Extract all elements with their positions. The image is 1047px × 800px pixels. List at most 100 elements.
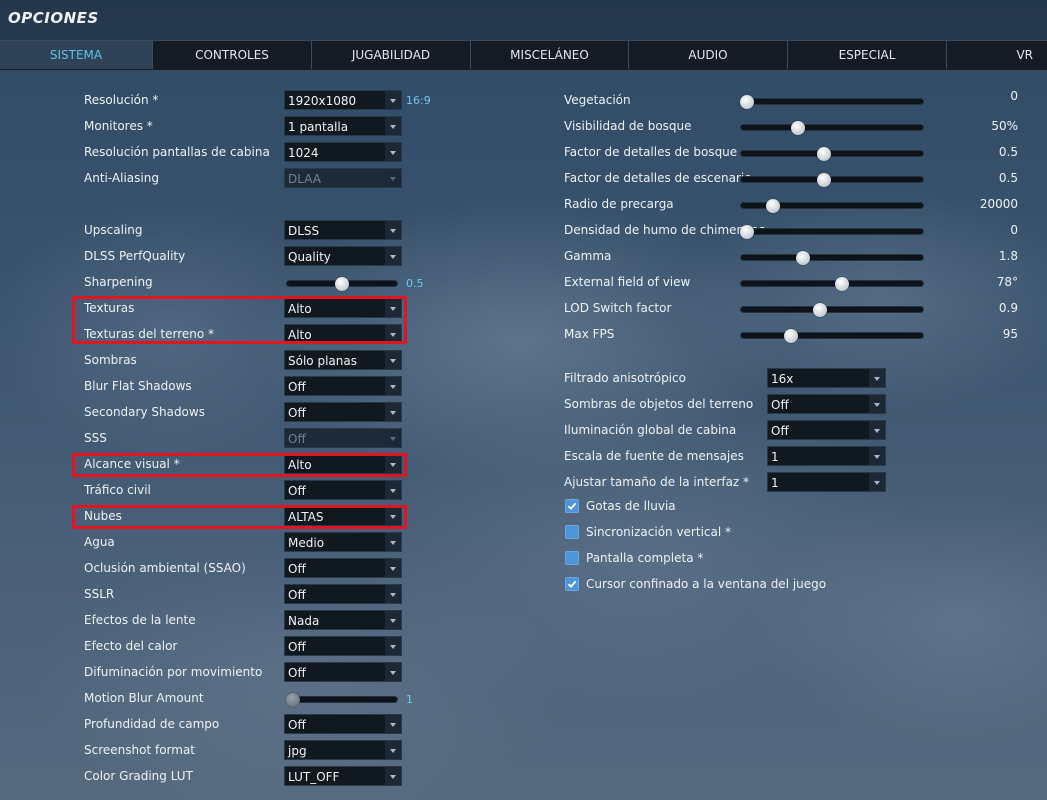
slider-thumb[interactable] — [813, 303, 827, 317]
right-slider-value: 0.5 — [998, 171, 1018, 185]
chevron-down-icon — [869, 473, 885, 491]
tab-especial[interactable]: ESPECIAL — [788, 41, 947, 69]
sombras-dropdown[interactable]: Sólo planas — [284, 350, 402, 370]
right-slider[interactable] — [740, 250, 924, 266]
right-slider[interactable] — [740, 198, 924, 214]
tab-audio[interactable]: AUDIO — [629, 41, 788, 69]
difuminacion-dropdown[interactable]: Off — [284, 662, 402, 682]
sslr-dropdown[interactable]: Off — [284, 584, 402, 604]
gotas-label: Gotas de lluvia — [586, 499, 676, 513]
profundidad-label: Profundidad de campo — [84, 717, 220, 731]
res-cabina-value: 1024 — [288, 146, 319, 160]
res-cabina-dropdown[interactable]: 1024 — [284, 142, 402, 162]
slider-thumb[interactable] — [740, 95, 754, 109]
iluminacion-cabina-value: Off — [771, 424, 789, 438]
monitores-dropdown[interactable]: 1 pantalla — [284, 116, 402, 136]
upscaling-dropdown[interactable]: DLSS — [284, 220, 402, 240]
filtrado-dropdown[interactable]: 16x — [767, 368, 886, 388]
upscaling-label: Upscaling — [84, 223, 143, 237]
dlss-perf-value: Quality — [288, 250, 331, 264]
slider-thumb[interactable] — [335, 277, 349, 291]
escala-fuente-dropdown[interactable]: 1 — [767, 446, 886, 466]
ssao-label: Oclusión ambiental (SSAO) — [84, 561, 246, 575]
secondary-shadows-dropdown[interactable]: Off — [284, 402, 402, 422]
sombras-objetos-dropdown[interactable]: Off — [767, 394, 886, 414]
slider-thumb[interactable] — [835, 277, 849, 291]
right-slider-label: External field of view — [564, 275, 691, 289]
right-slider[interactable] — [740, 302, 924, 318]
efecto-calor-dropdown[interactable]: Off — [284, 636, 402, 656]
sharpening-slider[interactable] — [286, 276, 398, 292]
right-slider[interactable] — [740, 276, 924, 292]
blur-flat-dropdown[interactable]: Off — [284, 376, 402, 396]
color-grading-dropdown[interactable]: LUT_OFF — [284, 766, 402, 786]
checkmark-icon — [567, 580, 577, 588]
slider-thumb[interactable] — [817, 147, 831, 161]
right-slider-label: Factor de detalles de escenario — [564, 171, 752, 185]
trafico-civil-dropdown[interactable]: Off — [284, 480, 402, 500]
tab-sistema[interactable]: SISTEMA — [0, 41, 153, 69]
nubes-value: ALTAS — [288, 510, 324, 524]
tamano-interfaz-label: Ajustar tamaño de la interfaz * — [564, 475, 750, 489]
gotas-checkbox[interactable] — [565, 499, 579, 513]
right-slider[interactable] — [740, 224, 924, 240]
texturas-terreno-dropdown[interactable]: Alto — [284, 324, 402, 344]
chevron-down-icon — [385, 741, 401, 759]
slider-thumb[interactable] — [784, 329, 798, 343]
sharpening-label: Sharpening — [84, 275, 153, 289]
agua-value: Medio — [288, 536, 325, 550]
chevron-down-icon — [385, 715, 401, 733]
chevron-down-icon — [385, 559, 401, 577]
efectos-lente-dropdown[interactable]: Nada — [284, 610, 402, 630]
motion-blur-slider[interactable] — [286, 692, 398, 708]
chevron-down-icon — [869, 369, 885, 387]
dlss-perf-dropdown[interactable]: Quality — [284, 246, 402, 266]
slider-thumb[interactable] — [796, 251, 810, 265]
tab-jugabilidad[interactable]: JUGABILIDAD — [312, 41, 471, 69]
sombras-objetos-label: Sombras de objetos del terreno — [564, 397, 754, 411]
chevron-down-icon — [385, 117, 401, 135]
tab-miscelaneo[interactable]: MISCELÁNEO — [471, 41, 629, 69]
right-slider[interactable] — [740, 120, 924, 136]
escala-fuente-label: Escala de fuente de mensajes — [564, 449, 744, 463]
difuminacion-value: Off — [288, 666, 306, 680]
screenshot-format-dropdown[interactable]: jpg — [284, 740, 402, 760]
slider-thumb[interactable] — [740, 225, 754, 239]
pantalla-completa-checkbox[interactable] — [565, 551, 579, 565]
chevron-down-icon — [385, 507, 401, 525]
right-slider[interactable] — [740, 146, 924, 162]
anti-aliasing-dropdown: DLAA — [284, 168, 402, 188]
right-slider[interactable] — [740, 94, 924, 110]
right-slider[interactable] — [740, 172, 924, 188]
vsync-checkbox[interactable] — [565, 525, 579, 539]
profundidad-dropdown[interactable]: Off — [284, 714, 402, 734]
chevron-down-icon — [385, 351, 401, 369]
color-grading-label: Color Grading LUT — [84, 769, 193, 783]
checkmark-icon — [567, 502, 577, 510]
cursor-checkbox[interactable] — [565, 577, 579, 591]
slider-thumb[interactable] — [286, 693, 300, 707]
resolucion-dropdown[interactable]: 1920x1080 — [284, 90, 402, 110]
alcance-visual-dropdown[interactable]: Alto — [284, 454, 402, 474]
tab-vr[interactable]: VR — [947, 41, 1047, 69]
right-slider[interactable] — [740, 328, 924, 344]
sslr-label: SSLR — [84, 587, 115, 601]
ssao-dropdown[interactable]: Off — [284, 558, 402, 578]
res-cabina-label: Resolución pantallas de cabina — [84, 145, 270, 159]
tab-controles[interactable]: CONTROLES — [153, 41, 312, 69]
profundidad-value: Off — [288, 718, 306, 732]
anti-aliasing-label: Anti-Aliasing — [84, 171, 159, 185]
tamano-interfaz-dropdown[interactable]: 1 — [767, 472, 886, 492]
right-slider-value: 78° — [996, 275, 1018, 289]
texturas-dropdown[interactable]: Alto — [284, 298, 402, 318]
agua-dropdown[interactable]: Medio — [284, 532, 402, 552]
anti-aliasing-value: DLAA — [288, 172, 321, 186]
texturas-terreno-value: Alto — [288, 328, 312, 342]
slider-thumb[interactable] — [791, 121, 805, 135]
slider-thumb[interactable] — [766, 199, 780, 213]
slider-thumb[interactable] — [817, 173, 831, 187]
aspect-ratio-value: 16:9 — [406, 94, 431, 107]
sss-value: Off — [288, 432, 306, 446]
nubes-dropdown[interactable]: ALTAS — [284, 506, 402, 526]
iluminacion-cabina-dropdown[interactable]: Off — [767, 420, 886, 440]
